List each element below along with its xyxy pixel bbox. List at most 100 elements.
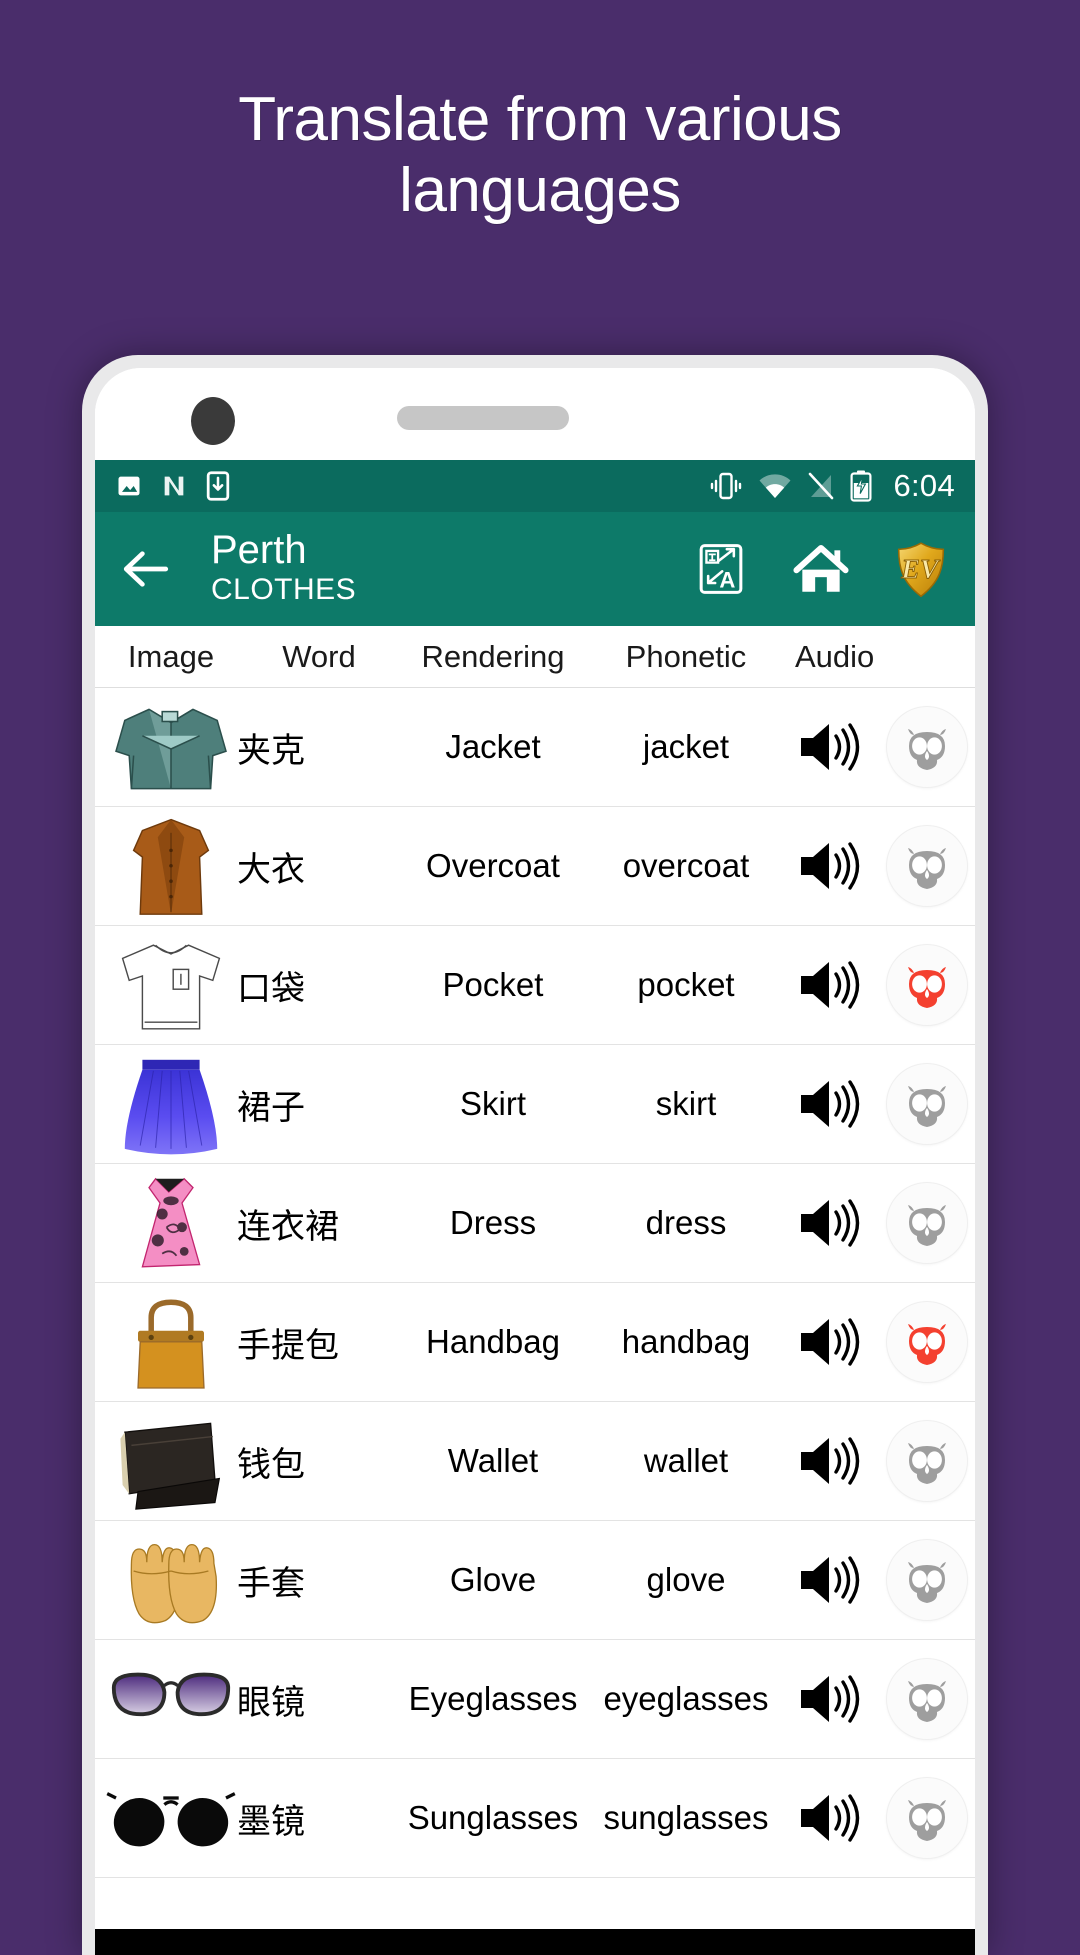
cell-audio bbox=[781, 1778, 971, 1858]
headline-line-2: languages bbox=[399, 156, 681, 226]
cell-word: 大衣 bbox=[237, 807, 395, 925]
cell-word: 钱包 bbox=[237, 1402, 395, 1520]
wallet-image bbox=[105, 1409, 237, 1513]
cell-rendering: Pocket bbox=[395, 926, 591, 1044]
cell-audio bbox=[781, 1183, 971, 1263]
phonetic-text: skirt bbox=[655, 1085, 717, 1122]
cell-rendering: Glove bbox=[395, 1521, 591, 1639]
word-text: 钱包 bbox=[237, 1444, 305, 1485]
app-bar-titles: Perth CLOTHES bbox=[211, 529, 356, 608]
speaker-icon[interactable] bbox=[797, 1670, 861, 1728]
cell-phonetic: skirt bbox=[591, 1045, 781, 1163]
cell-phonetic: glove bbox=[591, 1521, 781, 1639]
owl-icon[interactable] bbox=[887, 1659, 967, 1739]
speaker-icon[interactable] bbox=[797, 837, 861, 895]
rendering-text: Jacket bbox=[445, 728, 541, 765]
battery-charging-icon bbox=[850, 470, 872, 502]
table-row[interactable]: 墨镜 Sunglasses sunglasses bbox=[95, 1759, 975, 1878]
word-text: 大衣 bbox=[237, 849, 305, 890]
earpiece-speaker bbox=[397, 406, 569, 430]
ev-logo-icon[interactable]: EV bbox=[893, 541, 949, 598]
rendering-text: Pocket bbox=[442, 966, 544, 1003]
glove-image bbox=[105, 1528, 237, 1632]
cell-image bbox=[99, 807, 243, 925]
table-row[interactable]: 夹克 Jacket jacket bbox=[95, 688, 975, 807]
speaker-icon[interactable] bbox=[797, 1313, 861, 1371]
owl-icon[interactable] bbox=[887, 826, 967, 906]
back-arrow-icon[interactable] bbox=[119, 542, 173, 596]
phone-bezel bbox=[95, 368, 975, 460]
speaker-icon[interactable] bbox=[797, 1432, 861, 1490]
owl-icon[interactable] bbox=[887, 1064, 967, 1144]
status-bar: 6:04 bbox=[95, 460, 975, 512]
phone-mockup: 6:04 Perth CLOTHES A EV Image Word Rende… bbox=[82, 355, 988, 1955]
pocket-shirt-image bbox=[105, 933, 237, 1037]
speaker-icon[interactable] bbox=[797, 1194, 861, 1252]
owl-icon[interactable] bbox=[887, 1540, 967, 1620]
owl-icon[interactable] bbox=[887, 1421, 967, 1501]
table-row[interactable]: 裙子 Skirt skirt bbox=[95, 1045, 975, 1164]
speaker-icon[interactable] bbox=[797, 718, 861, 776]
speaker-icon[interactable] bbox=[797, 956, 861, 1014]
cell-word: 夹克 bbox=[237, 688, 395, 806]
phonetic-text: handbag bbox=[621, 1323, 751, 1360]
sunglasses-image bbox=[105, 1766, 237, 1870]
owl-icon[interactable] bbox=[887, 707, 967, 787]
cell-audio bbox=[781, 1540, 971, 1620]
rendering-text: Eyeglasses bbox=[408, 1680, 578, 1717]
table-row[interactable]: 手套 Glove glove bbox=[95, 1521, 975, 1640]
table-row[interactable]: 连衣裙 Dress dress bbox=[95, 1164, 975, 1283]
column-header-audio: Audio bbox=[795, 638, 875, 674]
owl-icon[interactable] bbox=[887, 1302, 967, 1382]
owl-icon[interactable] bbox=[887, 1183, 967, 1263]
table-row[interactable]: 眼镜 Eyeglasses eyeglasses bbox=[95, 1640, 975, 1759]
speaker-icon[interactable] bbox=[797, 1551, 861, 1609]
table-body: 夹克 Jacket jacket 大衣 Overcoat overcoat 口袋… bbox=[95, 688, 975, 1878]
promo-headline: Translate from various languages bbox=[0, 84, 1080, 227]
word-text: 眼镜 bbox=[237, 1682, 305, 1723]
owl-icon[interactable] bbox=[887, 1778, 967, 1858]
owl-icon[interactable] bbox=[887, 945, 967, 1025]
cell-rendering: Skirt bbox=[395, 1045, 591, 1163]
word-text: 墨镜 bbox=[237, 1801, 305, 1842]
cell-audio bbox=[781, 945, 971, 1025]
word-text: 裙子 bbox=[237, 1087, 305, 1128]
speaker-icon[interactable] bbox=[797, 1789, 861, 1847]
table-header-row: Image Word Rendering Phonetic Audio bbox=[95, 626, 975, 688]
handbag-image bbox=[105, 1290, 237, 1394]
cell-audio bbox=[781, 707, 971, 787]
cell-rendering: Handbag bbox=[395, 1283, 591, 1401]
cell-image bbox=[99, 926, 243, 1044]
table-row[interactable]: 手提包 Handbag handbag bbox=[95, 1283, 975, 1402]
cell-phonetic: wallet bbox=[591, 1402, 781, 1520]
cell-phonetic: jacket bbox=[591, 688, 781, 806]
phonetic-text: overcoat bbox=[622, 847, 750, 884]
cell-audio bbox=[781, 1421, 971, 1501]
table-row[interactable]: 口袋 Pocket pocket bbox=[95, 926, 975, 1045]
cell-rendering: Wallet bbox=[395, 1402, 591, 1520]
speaker-icon[interactable] bbox=[797, 1075, 861, 1133]
word-text: 手套 bbox=[237, 1563, 305, 1604]
rendering-text: Wallet bbox=[447, 1442, 539, 1479]
download-icon bbox=[205, 471, 231, 501]
table-row[interactable]: 钱包 Wallet wallet bbox=[95, 1402, 975, 1521]
cell-phonetic: eyeglasses bbox=[591, 1640, 781, 1758]
rendering-text: Handbag bbox=[426, 1323, 560, 1360]
cell-rendering: Overcoat bbox=[395, 807, 591, 925]
phonetic-text: wallet bbox=[643, 1442, 729, 1479]
column-header-rendering: Rendering bbox=[421, 638, 565, 674]
phonetic-text: eyeglasses bbox=[603, 1680, 769, 1717]
jacket-image bbox=[105, 695, 237, 799]
phonetic-text: jacket bbox=[642, 728, 730, 765]
translate-icon[interactable]: A bbox=[693, 541, 749, 597]
vibrate-icon bbox=[709, 471, 743, 501]
table-row[interactable]: 大衣 Overcoat overcoat bbox=[95, 807, 975, 926]
dress-image bbox=[105, 1171, 237, 1275]
svg-text:EV: EV bbox=[900, 554, 941, 585]
phonetic-text: sunglasses bbox=[603, 1799, 769, 1836]
app-bar-actions: A EV bbox=[693, 541, 955, 598]
status-bar-clock: 6:04 bbox=[893, 468, 955, 503]
cell-word: 手提包 bbox=[237, 1283, 395, 1401]
home-icon[interactable] bbox=[793, 541, 849, 597]
cell-rendering: Sunglasses bbox=[395, 1759, 591, 1877]
